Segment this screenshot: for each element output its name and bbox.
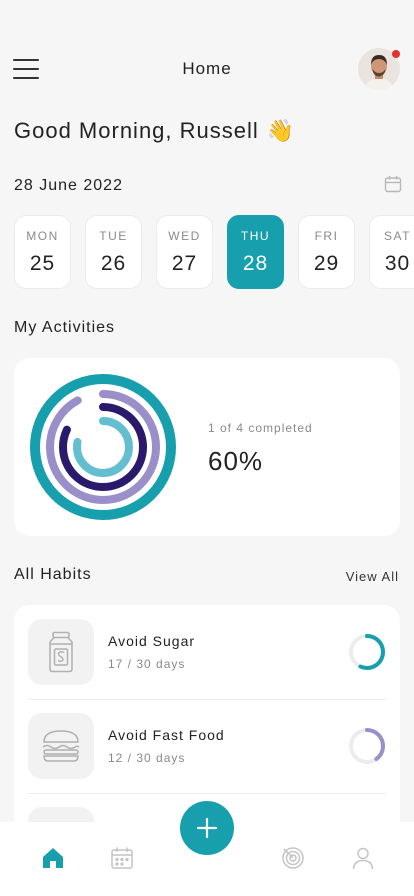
day-number: 30 — [384, 252, 411, 275]
activity-ring-1 — [30, 374, 176, 520]
habit-row[interactable]: Avoid Sugar 17 / 30 days — [14, 605, 400, 699]
activity-ring-4 — [73, 417, 133, 477]
day-card-wed[interactable]: WED 27 — [156, 215, 213, 289]
home-icon[interactable] — [41, 846, 65, 875]
activities-heading: My Activities — [14, 319, 116, 336]
day-name: FRI — [314, 229, 339, 243]
profile-icon[interactable] — [351, 846, 375, 875]
day-selector: MON 25 TUE 26 WED 27 THU 28 FRI 29 SAT 3… — [14, 215, 414, 289]
habit-progress-ring — [349, 728, 385, 764]
burger-icon — [28, 713, 94, 779]
day-name: WED — [168, 229, 201, 243]
habit-row[interactable]: Avoid Fast Food 12 / 30 days — [14, 699, 400, 793]
habit-progress-text: 12 / 30 days — [108, 751, 186, 765]
activities-card[interactable]: 1 of 4 completed 60% — [14, 358, 400, 536]
day-number: 26 — [100, 252, 127, 275]
view-all-link[interactable]: View All — [346, 569, 399, 584]
habit-name: Avoid Sugar — [108, 633, 196, 649]
day-name: MON — [26, 229, 59, 243]
day-card-thu[interactable]: THU 28 — [227, 215, 284, 289]
current-date: 28 June 2022 — [14, 177, 123, 194]
day-card-sat[interactable]: SAT 30 — [369, 215, 414, 289]
day-name: THU — [240, 229, 271, 243]
day-name: SAT — [384, 229, 411, 243]
add-habit-button[interactable] — [180, 801, 234, 855]
day-number: 25 — [29, 252, 56, 275]
habit-progress-ring — [349, 634, 385, 670]
habit-progress-text: 17 / 30 days — [108, 657, 186, 671]
notification-dot — [392, 50, 400, 58]
calendar-icon[interactable] — [110, 846, 134, 875]
calendar-icon[interactable] — [384, 175, 402, 198]
activity-rings-chart — [30, 374, 176, 520]
sugar-jar-icon — [28, 619, 94, 685]
completed-count: 1 of 4 completed — [208, 421, 313, 435]
day-number: 29 — [313, 252, 340, 275]
habits-heading: All Habits — [14, 566, 92, 583]
waving-hand-emoji: 👋 — [266, 118, 296, 143]
top-bar: Home — [0, 45, 414, 93]
day-card-fri[interactable]: FRI 29 — [298, 215, 355, 289]
habit-name: Avoid Fast Food — [108, 727, 225, 743]
day-card-mon[interactable]: MON 25 — [14, 215, 71, 289]
target-icon[interactable] — [281, 846, 305, 875]
page-title: Home — [182, 59, 232, 78]
greeting: Good Morning, Russell 👋 — [14, 118, 295, 144]
day-number: 28 — [242, 252, 269, 275]
completion-percent: 60% — [208, 446, 264, 476]
plus-icon — [196, 817, 218, 839]
day-name: TUE — [99, 229, 128, 243]
day-card-tue[interactable]: TUE 26 — [85, 215, 142, 289]
date-row: 28 June 2022 — [14, 175, 402, 197]
greeting-text: Good Morning, Russell — [14, 118, 259, 143]
avatar[interactable] — [358, 48, 400, 90]
day-number: 27 — [171, 252, 198, 275]
